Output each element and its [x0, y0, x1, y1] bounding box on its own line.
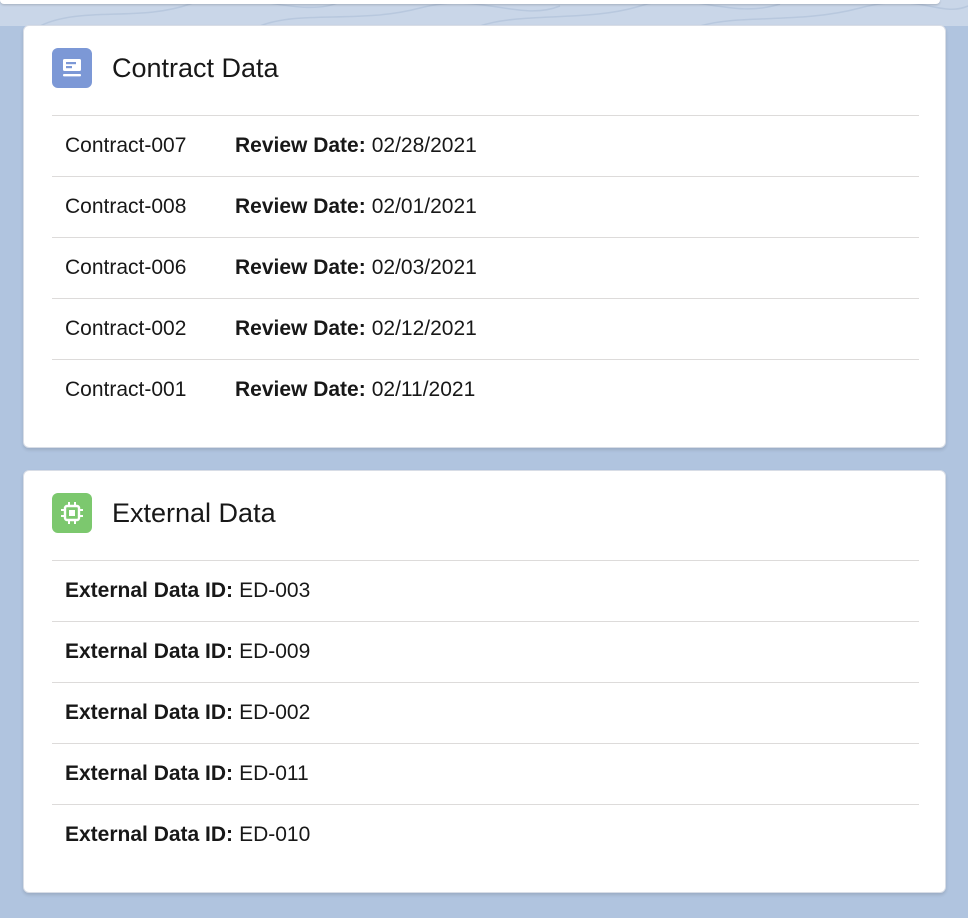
review-date-label: Review Date: — [235, 134, 366, 157]
list-item: Contract-006 Review Date: 02/03/2021 — [52, 237, 919, 298]
external-id-label: External Data ID: — [65, 701, 234, 724]
external-id-label: External Data ID: — [65, 823, 234, 846]
external-id-value: ED-009 — [239, 640, 311, 663]
review-date-label: Review Date: — [235, 378, 366, 401]
external-id-value: ED-011 — [239, 762, 309, 785]
contract-name-link[interactable]: Contract-002 — [65, 317, 235, 341]
review-date-value: 02/12/2021 — [371, 317, 477, 340]
external-id-value: ED-003 — [239, 579, 311, 602]
chip-icon — [52, 493, 92, 533]
review-date-label: Review Date: — [235, 195, 366, 218]
list-item: Contract-008 Review Date: 02/01/2021 — [52, 176, 919, 237]
list-item: Contract-002 Review Date: 02/12/2021 — [52, 298, 919, 359]
contract-name-link[interactable]: Contract-001 — [65, 378, 235, 402]
external-id-value: ED-010 — [239, 823, 311, 846]
contract-data-card: Contract Data Contract-007 Review Date: … — [23, 25, 946, 448]
review-date-value: 02/01/2021 — [371, 195, 477, 218]
external-data-card: External Data External Data ID: ED-003 E… — [23, 470, 946, 893]
previous-card-edge — [0, 0, 940, 4]
review-date-value: 02/03/2021 — [371, 256, 477, 279]
list-item: External Data ID: ED-003 — [52, 560, 919, 621]
list-item: Contract-001 Review Date: 02/11/2021 — [52, 359, 919, 420]
list-item: External Data ID: ED-002 — [52, 682, 919, 743]
contract-card-title: Contract Data — [112, 52, 279, 83]
list-item: External Data ID: ED-010 — [52, 804, 919, 865]
page-header-background — [0, 0, 968, 26]
contract-name-link[interactable]: Contract-008 — [65, 195, 235, 219]
list-item: Contract-007 Review Date: 02/28/2021 — [52, 115, 919, 176]
review-date-label: Review Date: — [235, 317, 366, 340]
external-card-header: External Data — [52, 493, 276, 533]
external-id-label: External Data ID: — [65, 579, 234, 602]
review-date-value: 02/11/2021 — [371, 378, 476, 401]
contract-icon — [52, 48, 92, 88]
contract-name-link[interactable]: Contract-007 — [65, 134, 235, 158]
external-id-value: ED-002 — [239, 701, 311, 724]
list-item: External Data ID: ED-011 — [52, 743, 919, 804]
contract-card-header: Contract Data — [52, 48, 279, 88]
external-list: External Data ID: ED-003 External Data I… — [52, 560, 919, 865]
review-date-value: 02/28/2021 — [371, 134, 477, 157]
external-id-label: External Data ID: — [65, 640, 234, 663]
review-date-label: Review Date: — [235, 256, 366, 279]
list-item: External Data ID: ED-009 — [52, 621, 919, 682]
external-card-title: External Data — [112, 497, 276, 528]
contract-list: Contract-007 Review Date: 02/28/2021 Con… — [52, 115, 919, 420]
external-id-label: External Data ID: — [65, 762, 234, 785]
contract-name-link[interactable]: Contract-006 — [65, 256, 235, 280]
